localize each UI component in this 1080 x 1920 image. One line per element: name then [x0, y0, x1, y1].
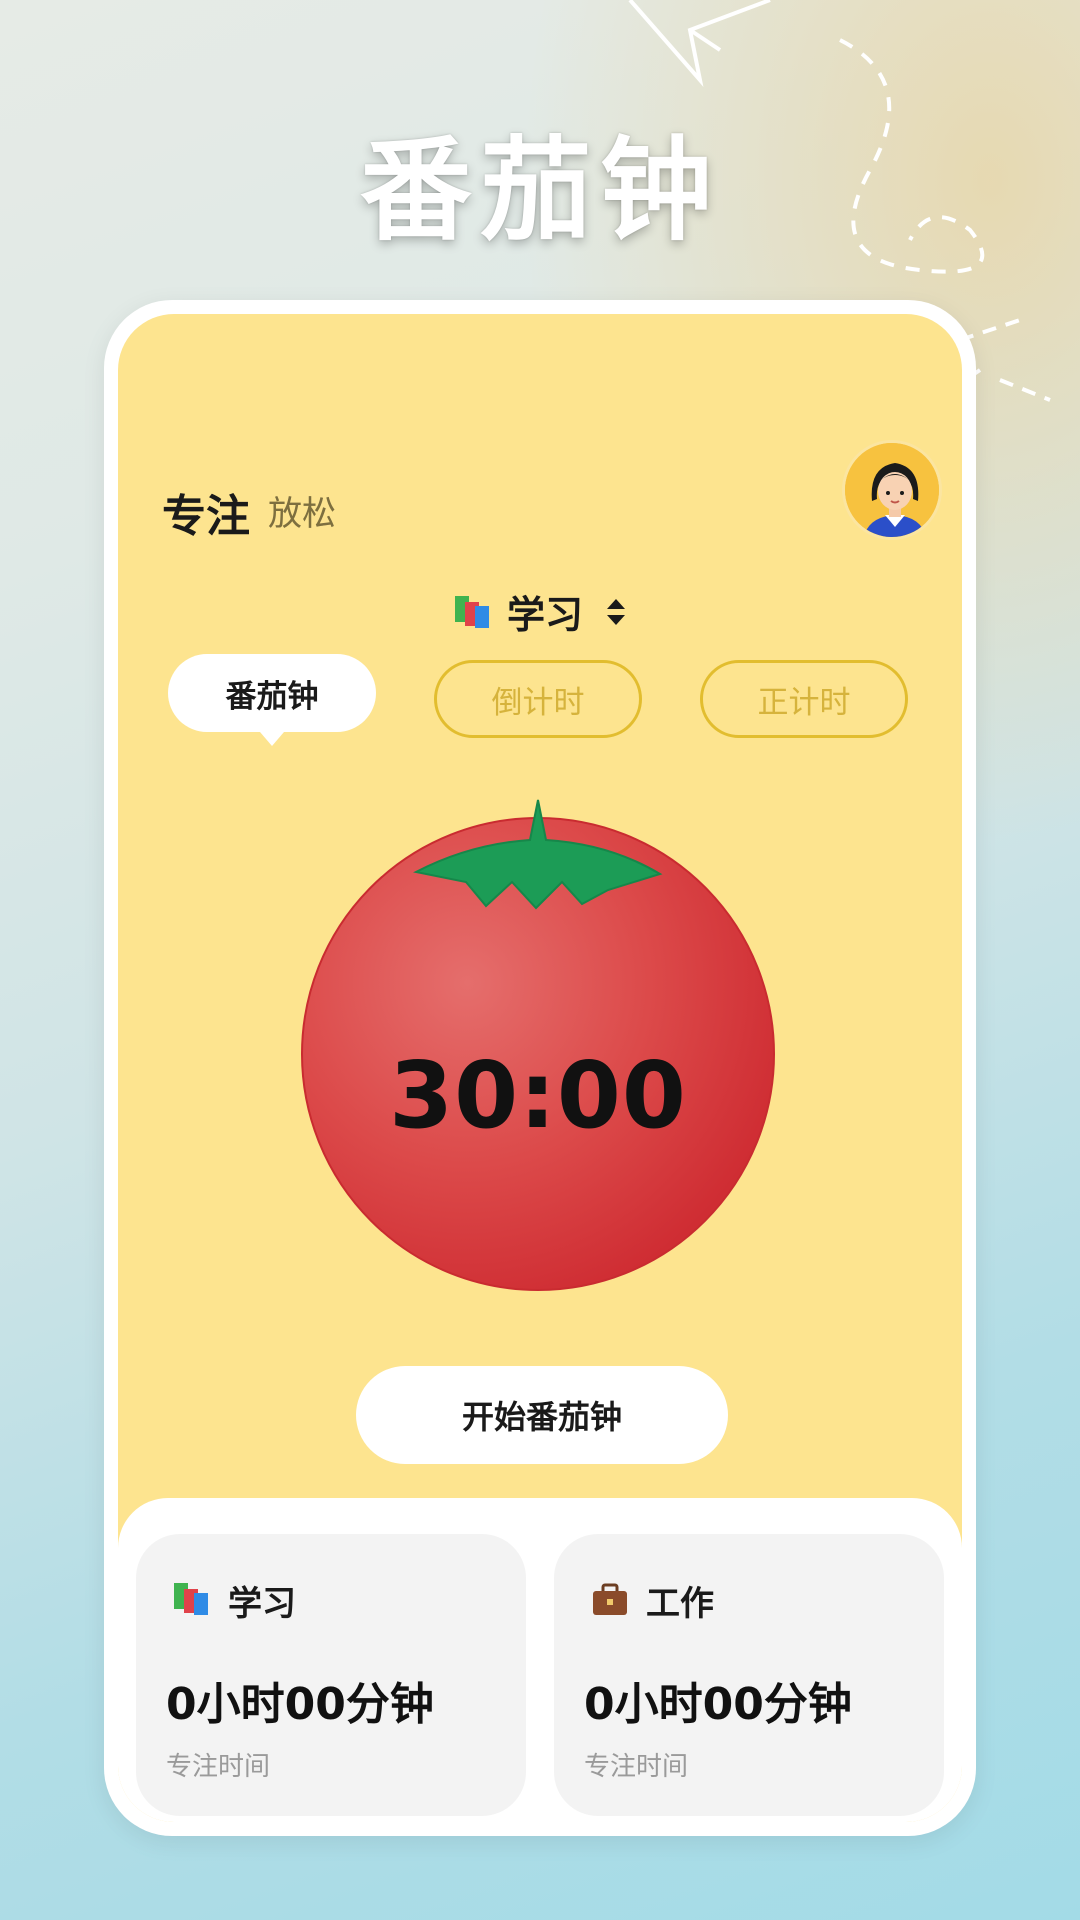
paper-plane-icon	[628, 0, 771, 87]
avatar-girl-icon	[845, 443, 939, 537]
briefcase-icon	[590, 1579, 630, 1623]
stat-caption: 专注时间	[166, 1752, 271, 1782]
books-icon	[453, 592, 493, 632]
stat-label: 工作	[646, 1584, 714, 1624]
category-label: 学习	[506, 593, 583, 637]
category-selector[interactable]: 学习	[118, 584, 962, 639]
tab-countdown[interactable]: 倒计时	[434, 660, 642, 738]
tomato-timer[interactable]: 30:00	[290, 792, 786, 1292]
tab-focus[interactable]: 专注	[162, 480, 250, 544]
stat-value: 0小时00分钟	[584, 1679, 852, 1730]
stat-caption: 专注时间	[584, 1752, 689, 1782]
app-screen: 专注 放松 学习 番茄钟 倒计时 正计时 30:00 开始番茄钟 学习 0小时0…	[118, 314, 962, 1822]
stat-card-study[interactable]: 学习 0小时00分钟 专注时间	[136, 1534, 526, 1816]
avatar[interactable]	[842, 440, 942, 540]
tab-relax[interactable]: 放松	[268, 486, 336, 535]
start-pomodoro-button[interactable]: 开始番茄钟	[356, 1366, 728, 1464]
sort-updown-icon	[605, 597, 627, 627]
tab-pomodoro[interactable]: 番茄钟	[168, 654, 376, 746]
stat-card-work[interactable]: 工作 0小时00分钟 专注时间	[554, 1534, 944, 1816]
books-icon	[172, 1579, 212, 1623]
stat-label: 学习	[228, 1584, 296, 1624]
stats-panel: 学习 0小时00分钟 专注时间 工作 0小时00分钟 专注时间	[118, 1498, 962, 1822]
tab-countup[interactable]: 正计时	[700, 660, 908, 738]
phone-frame: 专注 放松 学习 番茄钟 倒计时 正计时 30:00 开始番茄钟 学习 0小时0…	[104, 300, 976, 1836]
timer-display: 30:00	[389, 1042, 687, 1149]
stat-value: 0小时00分钟	[166, 1679, 434, 1730]
promo-title: 番茄钟	[360, 126, 720, 256]
